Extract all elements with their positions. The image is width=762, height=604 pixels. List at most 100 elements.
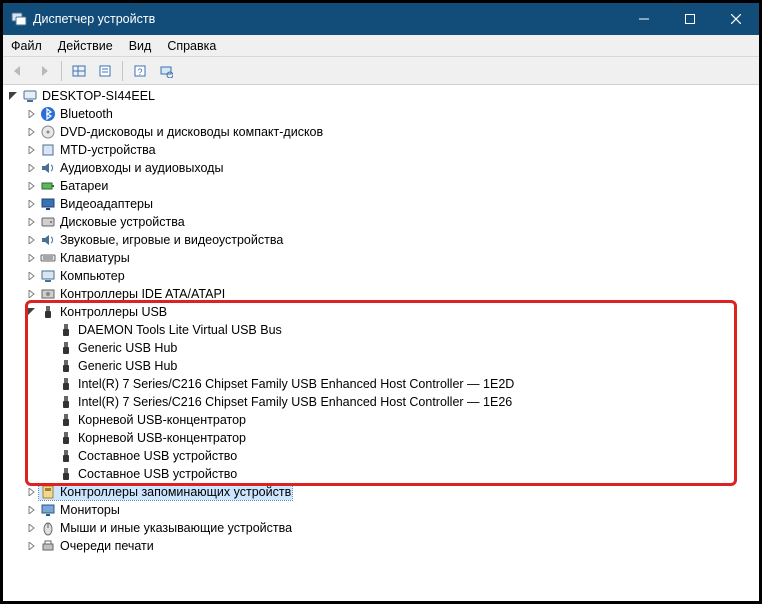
tree-row[interactable]: Компьютер xyxy=(3,267,759,285)
tree-row[interactable]: Дисковые устройства xyxy=(3,213,759,231)
tree-row[interactable]: Батареи xyxy=(3,177,759,195)
show-hidden-button[interactable] xyxy=(68,60,90,82)
collapse-icon[interactable] xyxy=(7,90,19,102)
tree-label: Bluetooth xyxy=(60,107,113,121)
display-icon xyxy=(40,196,56,212)
tree-row[interactable]: Generic USB Hub xyxy=(3,339,759,357)
tree-row[interactable]: Звуковые, игровые и видеоустройства xyxy=(3,231,759,249)
menu-view[interactable]: Вид xyxy=(121,37,160,55)
tree-row[interactable]: Generic USB Hub xyxy=(3,357,759,375)
expand-icon[interactable] xyxy=(25,126,37,138)
battery-icon xyxy=(40,178,56,194)
expand-icon[interactable] xyxy=(25,216,37,228)
monitor-icon xyxy=(40,502,56,518)
usb-icon xyxy=(58,394,74,410)
expand-icon[interactable] xyxy=(25,540,37,552)
root-icon xyxy=(22,88,38,104)
device-tree[interactable]: DESKTOP-SI44EEL Bluetooth DVD-дисководы и … xyxy=(3,85,759,601)
tree-row[interactable]: Клавиатуры xyxy=(3,249,759,267)
help-button[interactable]: ? xyxy=(129,60,151,82)
tree-label: Звуковые, игровые и видеоустройства xyxy=(60,233,283,247)
expand-icon[interactable] xyxy=(25,234,37,246)
mouse-icon xyxy=(40,520,56,536)
toolbar-separator xyxy=(61,61,62,81)
storage-icon xyxy=(40,484,56,500)
toolbar-separator xyxy=(122,61,123,81)
tree-label: Мониторы xyxy=(60,503,120,517)
tree-label: Контроллеры запоминающих устройств xyxy=(60,485,291,499)
usb-icon xyxy=(58,466,74,482)
usb-icon xyxy=(58,358,74,374)
properties-button[interactable] xyxy=(94,60,116,82)
tree-row[interactable]: Мониторы xyxy=(3,501,759,519)
computer-icon xyxy=(40,268,56,284)
tree-label: Корневой USB-концентратор xyxy=(78,431,246,445)
tree-row[interactable]: Корневой USB-концентратор xyxy=(3,411,759,429)
tree-row[interactable]: Intel(R) 7 Series/C216 Chipset Family US… xyxy=(3,375,759,393)
usb-icon xyxy=(58,412,74,428)
tree-row[interactable]: Intel(R) 7 Series/C216 Chipset Family US… xyxy=(3,393,759,411)
tree-label: Мыши и иные указывающие устройства xyxy=(60,521,292,535)
tree-row[interactable]: DAEMON Tools Lite Virtual USB Bus xyxy=(3,321,759,339)
app-icon xyxy=(11,11,27,27)
tree-row[interactable]: Контроллеры запоминающих устройств xyxy=(3,483,759,501)
disk-icon xyxy=(40,214,56,230)
tree-label: DAEMON Tools Lite Virtual USB Bus xyxy=(78,323,282,337)
tree-label: Составное USB устройство xyxy=(78,449,237,463)
tree-label: Корневой USB-концентратор xyxy=(78,413,246,427)
tree-row[interactable]: MTD-устройства xyxy=(3,141,759,159)
tree-row[interactable]: Контроллеры USB xyxy=(3,303,759,321)
menu-action[interactable]: Действие xyxy=(50,37,121,55)
tree-label: Дисковые устройства xyxy=(60,215,185,229)
audio-icon xyxy=(40,232,56,248)
tree-row[interactable]: Корневой USB-концентратор xyxy=(3,429,759,447)
ide-icon xyxy=(40,286,56,302)
tree-label: Generic USB Hub xyxy=(78,359,177,373)
expand-icon[interactable] xyxy=(25,288,37,300)
expand-icon[interactable] xyxy=(25,252,37,264)
forward-button[interactable] xyxy=(33,60,55,82)
tree-row[interactable]: Видеоадаптеры xyxy=(3,195,759,213)
maximize-button[interactable] xyxy=(667,4,713,34)
window-title: Диспетчер устройств xyxy=(33,12,621,26)
menu-file[interactable]: Файл xyxy=(3,37,50,55)
tree-row[interactable]: Составное USB устройство xyxy=(3,447,759,465)
close-button[interactable] xyxy=(713,4,759,34)
expand-icon[interactable] xyxy=(25,144,37,156)
expand-icon[interactable] xyxy=(25,180,37,192)
usb-icon xyxy=(58,448,74,464)
tree-label: Очереди печати xyxy=(60,539,154,553)
audio-icon xyxy=(40,160,56,176)
usb-icon xyxy=(58,340,74,356)
tree-row[interactable]: Контроллеры IDE ATA/ATAPI xyxy=(3,285,759,303)
tree-row[interactable]: Аудиовходы и аудиовыходы xyxy=(3,159,759,177)
window-frame: Диспетчер устройств Файл Действие Вид Сп… xyxy=(0,0,762,604)
scan-button[interactable] xyxy=(155,60,177,82)
minimize-button[interactable] xyxy=(621,4,667,34)
keyboard-icon xyxy=(40,250,56,266)
tree-row[interactable]: Мыши и иные указывающие устройства xyxy=(3,519,759,537)
menu-help[interactable]: Справка xyxy=(159,37,224,55)
collapse-icon[interactable] xyxy=(25,306,37,318)
expand-icon[interactable] xyxy=(25,198,37,210)
tree-label: Компьютер xyxy=(60,269,125,283)
expand-icon[interactable] xyxy=(25,270,37,282)
tree-row[interactable]: DVD-дисководы и дисководы компакт-дисков xyxy=(3,123,759,141)
tree-row[interactable]: Очереди печати xyxy=(3,537,759,555)
expand-icon[interactable] xyxy=(25,504,37,516)
expand-icon[interactable] xyxy=(25,162,37,174)
tree-label: Видеоадаптеры xyxy=(60,197,153,211)
tree-label: Аудиовходы и аудиовыходы xyxy=(60,161,223,175)
tree-label: Intel(R) 7 Series/C216 Chipset Family US… xyxy=(78,377,514,391)
back-button[interactable] xyxy=(7,60,29,82)
expand-icon[interactable] xyxy=(25,486,37,498)
tree-label: Контроллеры USB xyxy=(60,305,167,319)
tree-row[interactable]: DESKTOP-SI44EEL xyxy=(3,87,759,105)
tree-row[interactable]: Составное USB устройство xyxy=(3,465,759,483)
usb-icon xyxy=(40,304,56,320)
expand-icon[interactable] xyxy=(25,522,37,534)
titlebar[interactable]: Диспетчер устройств xyxy=(3,3,759,35)
tree-label: Контроллеры IDE ATA/ATAPI xyxy=(60,287,225,301)
tree-row[interactable]: Bluetooth xyxy=(3,105,759,123)
expand-icon[interactable] xyxy=(25,108,37,120)
